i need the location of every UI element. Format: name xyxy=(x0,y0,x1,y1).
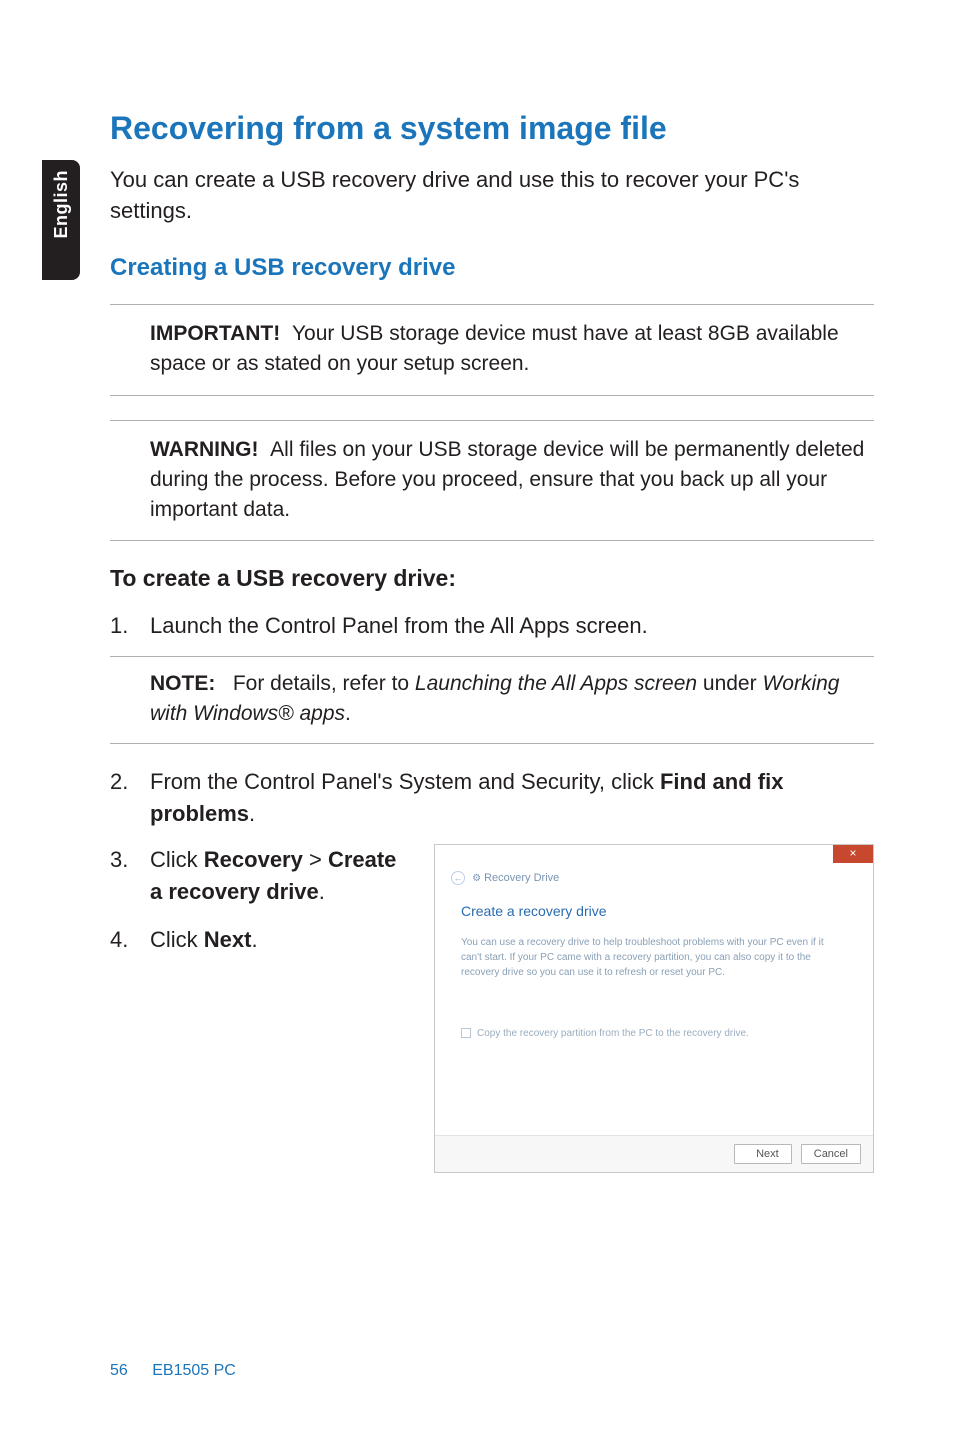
important-label: IMPORTANT! xyxy=(150,322,280,345)
note-label: NOTE: xyxy=(150,672,215,695)
step-4-post: . xyxy=(251,927,257,952)
step-4: 4. Click Next. xyxy=(110,924,410,956)
note-mid: under xyxy=(697,672,762,695)
step-2-num: 2. xyxy=(110,766,150,830)
dialog-checkbox-label: Copy the recovery partition from the PC … xyxy=(477,1028,749,1039)
note-pre: For details, refer to xyxy=(233,672,415,695)
step-3-post: . xyxy=(319,879,325,904)
steps-heading: To create a USB recovery drive: xyxy=(110,565,874,592)
step-3-pre: Click xyxy=(150,847,204,872)
step-3-b1: Recovery xyxy=(204,847,303,872)
dialog-body-text: You can use a recovery drive to help tro… xyxy=(461,935,847,980)
language-tab: English xyxy=(42,160,80,280)
important-box: IMPORTANT! Your USB storage device must … xyxy=(110,304,874,396)
note-post: . xyxy=(345,702,351,725)
warning-box: WARNING! All files on your USB storage d… xyxy=(110,420,874,541)
recovery-dialog: × ← ⚙ Recovery Drive Create a recovery d… xyxy=(434,844,874,1173)
back-icon[interactable]: ← xyxy=(451,871,465,885)
checkbox-icon[interactable] xyxy=(461,1028,471,1038)
intro-text: You can create a USB recovery drive and … xyxy=(110,165,874,227)
page-title: Recovering from a system image file xyxy=(110,110,874,147)
warning-label: WARNING! xyxy=(150,438,259,461)
close-icon[interactable]: × xyxy=(833,845,873,863)
step-3-mid: > xyxy=(303,847,328,872)
step-2: 2. From the Control Panel's System and S… xyxy=(110,766,874,830)
step-3: 3. Click Recovery > Create a recovery dr… xyxy=(110,844,410,908)
step-2-pre: From the Control Panel's System and Secu… xyxy=(150,769,660,794)
dialog-checkbox-row[interactable]: Copy the recovery partition from the PC … xyxy=(461,1028,847,1039)
step-4-b1: Next xyxy=(204,927,252,952)
next-button[interactable]: Next xyxy=(734,1144,792,1164)
dialog-heading: Create a recovery drive xyxy=(461,903,847,919)
step-4-pre: Click xyxy=(150,927,204,952)
step-1-num: 1. xyxy=(110,610,150,642)
dialog-button-row: Next Cancel xyxy=(435,1135,873,1172)
note-ital1: Launching the All Apps screen xyxy=(415,672,697,695)
language-label: English xyxy=(51,170,72,239)
cancel-button[interactable]: Cancel xyxy=(801,1144,861,1164)
step-2-post: . xyxy=(249,801,255,826)
step-3-num: 3. xyxy=(110,844,150,908)
note-box: NOTE: For details, refer to Launching th… xyxy=(110,656,874,744)
dialog-titlebar: × xyxy=(435,845,873,865)
page-footer: 56 EB1505 PC xyxy=(110,1362,236,1380)
footer-title: EB1505 PC xyxy=(152,1362,236,1379)
step-4-num: 4. xyxy=(110,924,150,956)
dialog-crumb-text: Recovery Drive xyxy=(484,872,559,884)
dialog-crumb-icon: ⚙ xyxy=(472,873,481,884)
step-1: 1. Launch the Control Panel from the All… xyxy=(110,610,874,642)
section-heading: Creating a USB recovery drive xyxy=(110,254,874,282)
step-1-text: Launch the Control Panel from the All Ap… xyxy=(150,610,874,642)
page-number: 56 xyxy=(110,1362,128,1379)
dialog-breadcrumb: ← ⚙ Recovery Drive xyxy=(435,865,873,893)
